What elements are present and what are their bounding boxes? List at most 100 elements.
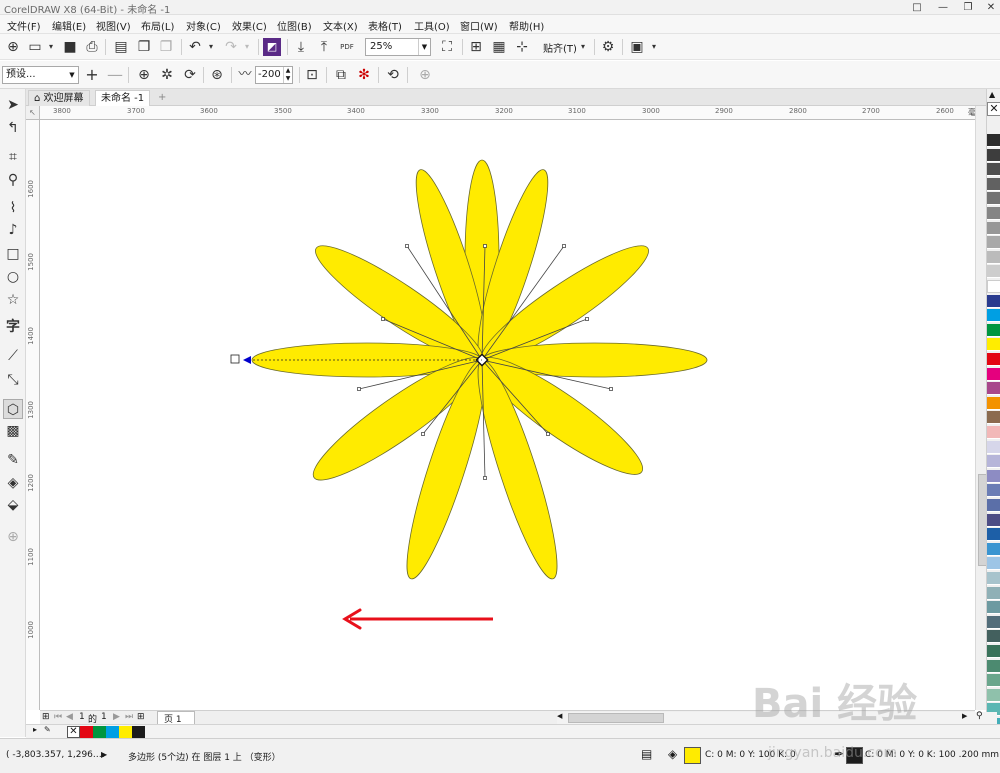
palette-swatch[interactable] [987,382,1000,396]
ruler-origin[interactable]: ↖ [26,106,40,120]
palette-swatch[interactable] [987,601,1000,615]
shape-tool-icon[interactable]: ↰ [3,118,23,138]
show-grid-icon[interactable]: ▦ [490,38,508,56]
next-page-icon[interactable]: ▶ [113,712,120,722]
palette-swatch[interactable] [987,630,1000,644]
menu-layout[interactable]: 布局(L) [141,18,174,33]
import-icon[interactable]: ⤓ [292,38,310,56]
palette-scroll-up-icon[interactable]: ▲ [989,90,995,99]
no-color-swatch[interactable]: ✕ [67,726,80,738]
palette-swatch[interactable] [987,236,1000,250]
menu-table[interactable]: 表格(T) [368,18,402,33]
eyedropper-icon[interactable]: ✎ [44,725,51,734]
palette-swatch[interactable] [987,469,1000,483]
palette-swatch[interactable] [987,192,1000,206]
palette-swatch[interactable] [987,367,1000,381]
full-screen-icon[interactable]: ⛶ [438,38,456,56]
close-button[interactable]: ✕ [978,0,1000,15]
document-palette-swatch[interactable] [93,726,106,738]
freehand-tool-icon[interactable]: ⌇ [3,198,23,218]
palette-swatch[interactable] [987,645,1000,658]
remove-preset-icon[interactable]: — [106,66,124,84]
pick-tool-icon[interactable]: ➤ [3,95,23,115]
drawing-canvas[interactable] [40,120,975,710]
zoom-level-select[interactable]: 25% ▼ [365,38,431,56]
open-dropdown-icon[interactable]: ▾ [42,38,60,56]
expand-status-icon[interactable]: ▶ [101,750,107,759]
application-launcher-icon[interactable]: ▣ [628,38,646,56]
menu-bitmaps[interactable]: 位图(B) [277,18,312,33]
previous-page-icon[interactable]: ◀ [66,712,73,722]
add-page-before-icon[interactable]: ⊞ [42,712,50,722]
zipper-distortion-icon[interactable]: ✲ [158,66,176,84]
vertical-ruler[interactable]: 1600 1500 1400 1300 1200 1100 1000 [26,120,40,710]
palette-swatch[interactable] [987,309,1000,323]
zoom-navigator-icon[interactable]: ⚲ [976,711,983,721]
quick-customize-icon[interactable]: ⊕ [416,66,434,84]
account-button[interactable]: □ [904,0,930,15]
palette-swatch[interactable] [987,148,1000,162]
palette-swatch[interactable] [987,513,1000,527]
menu-view[interactable]: 视图(V) [96,18,131,33]
scroll-right-icon[interactable]: ▶ [962,712,967,720]
paste-icon[interactable]: ❐ [157,38,175,56]
palette-menu-icon[interactable]: ▸ [33,725,37,734]
outline-color-swatch[interactable] [846,747,863,764]
palette-swatch[interactable] [987,323,1000,337]
fill-color-swatch[interactable] [684,747,701,764]
chevron-down-icon[interactable]: ▼ [66,67,78,83]
connector-tool-icon[interactable]: ⤡ [3,370,23,390]
artistic-media-tool-icon[interactable]: ♪ [3,220,23,240]
menu-effects[interactable]: 效果(C) [232,18,267,33]
flower-drawing[interactable] [40,120,975,710]
interactive-fill-tool-icon[interactable]: ◈ [3,473,23,493]
snap-dropdown-icon[interactable]: ▾ [574,38,592,56]
cut-icon[interactable]: ▤ [112,38,130,56]
palette-swatch[interactable] [987,353,1000,366]
menu-tools[interactable]: 工具(O) [414,18,450,33]
palette-swatch[interactable] [987,280,1000,293]
palette-swatch[interactable] [987,163,1000,177]
palette-swatch[interactable] [987,338,1000,352]
twister-distortion-icon[interactable]: ⟳ [181,66,199,84]
show-guidelines-icon[interactable]: ⊹ [513,38,531,56]
palette-swatch[interactable] [987,411,1000,425]
save-icon[interactable]: ■ [61,38,79,56]
launcher-dropdown-icon[interactable]: ▾ [645,38,663,56]
redo-dropdown-icon[interactable]: ▾ [238,38,256,56]
menu-window[interactable]: 窗口(W) [460,18,498,33]
undo-dropdown-icon[interactable]: ▾ [202,38,220,56]
palette-swatch[interactable] [987,265,1000,279]
tab-document[interactable]: 未命名 -1 [95,90,151,106]
document-palette-swatch[interactable] [119,726,132,738]
add-page-after-icon[interactable]: ⊞ [137,712,145,722]
document-palette-swatch[interactable] [106,726,119,738]
text-tool-icon[interactable]: 字 [3,317,23,337]
tab-welcome[interactable]: ⌂ 欢迎屏幕 [28,90,90,106]
last-page-icon[interactable]: ⏭ [125,712,133,722]
palette-swatch[interactable] [987,396,1000,410]
preset-select[interactable]: 预设... ▼ [2,66,79,84]
palette-swatch[interactable] [987,499,1000,512]
export-icon[interactable]: ⤒ [315,38,333,56]
palette-swatch[interactable] [987,557,1000,571]
crop-tool-icon[interactable]: ⌗ [3,147,23,167]
push-pull-distortion-icon[interactable]: ⊕ [135,66,153,84]
ellipse-tool-icon[interactable]: ○ [3,267,23,287]
palette-swatch[interactable] [987,572,1000,585]
zoom-tool-icon[interactable]: ⚲ [3,170,23,190]
palette-swatch[interactable] [987,688,1000,702]
spin-arrows-icon[interactable]: ▲ ▼ [283,67,292,83]
print-icon[interactable]: ⎙ [83,38,101,56]
palette-swatch[interactable] [987,207,1000,220]
add-preset-icon[interactable]: + [83,66,101,84]
transparency-tool-icon[interactable]: ▩ [3,421,23,441]
palette-swatch[interactable] [987,542,1000,556]
first-page-icon[interactable]: ⏮ [54,712,62,722]
menu-object[interactable]: 对象(C) [186,18,221,33]
rectangle-tool-icon[interactable]: □ [3,244,23,264]
scroll-left-icon[interactable]: ◀ [557,712,562,720]
palette-swatch[interactable] [987,586,1000,600]
menu-edit[interactable]: 编辑(E) [52,18,86,33]
distort-tool-icon[interactable]: ⬡ [3,399,23,419]
